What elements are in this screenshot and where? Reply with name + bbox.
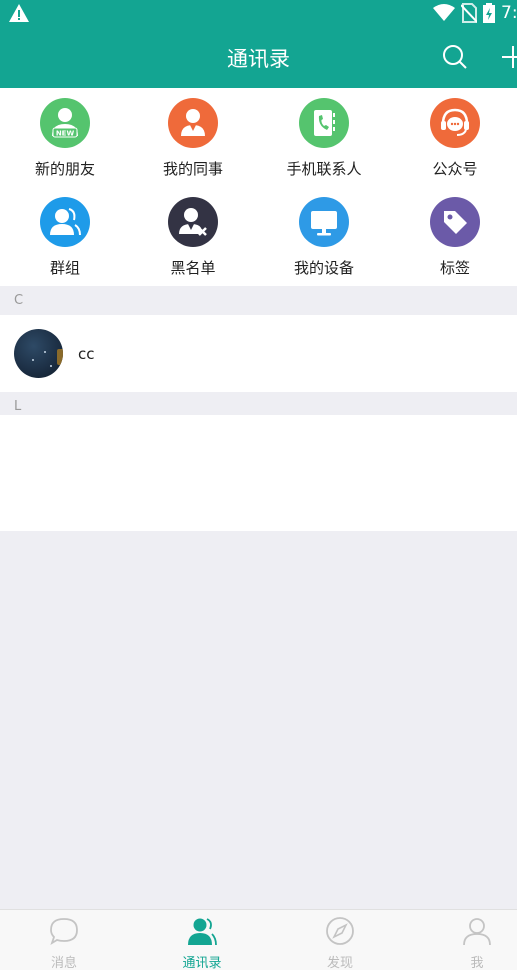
status-indicators: 7: [433, 2, 517, 24]
contact-name: cc [78, 345, 95, 363]
tag-icon [430, 197, 480, 247]
section-header-c: C [0, 287, 517, 315]
tab-label: 通讯录 [182, 956, 222, 970]
tab-messages[interactable]: 消息 [14, 910, 114, 970]
phone-contacts-icon [299, 98, 349, 148]
status-bar: 7: [0, 0, 517, 26]
colleague-icon [168, 98, 218, 148]
shortcut-label: 手机联系人 [286, 160, 362, 178]
profile-icon [463, 918, 491, 946]
shortcut-label: 黑名单 [170, 259, 216, 277]
official-account-icon [430, 98, 480, 148]
shortcut-label: 公众号 [432, 160, 478, 178]
shortcut-label: 我的设备 [293, 259, 354, 277]
avatar [14, 329, 63, 378]
no-sim-icon [461, 3, 477, 23]
bottom-tab-bar: 消息 通讯录 发现 我 [0, 909, 517, 970]
shortcut-devices[interactable]: 我的设备 [259, 187, 389, 285]
tab-me[interactable]: 我 [427, 910, 517, 970]
new-friend-icon: NEW [40, 98, 90, 148]
tab-label: 消息 [50, 956, 77, 970]
wifi-icon [433, 4, 455, 21]
device-icon [299, 197, 349, 247]
tab-contacts[interactable]: 通讯录 [152, 910, 252, 970]
app-bar: 通讯录 [0, 26, 517, 88]
contacts-icon [188, 918, 217, 946]
shortcut-new-friends[interactable]: NEW 新的朋友 [0, 88, 130, 186]
shortcut-grid: NEW 新的朋友 我的同事 手机联系人 公众号 群组 黑名单 我的设备 标签 [0, 88, 517, 286]
status-time: 7: [501, 3, 517, 23]
battery-icon [483, 3, 495, 23]
page-title: 通讯录 [227, 47, 290, 71]
search-icon[interactable] [442, 44, 468, 70]
shortcut-phone-contacts[interactable]: 手机联系人 [259, 88, 389, 186]
compass-icon [326, 917, 354, 945]
section-header-l: L [0, 393, 517, 415]
shortcut-label: 群组 [49, 259, 80, 277]
shortcut-groups[interactable]: 群组 [0, 187, 130, 285]
shortcut-blacklist[interactable]: 黑名单 [128, 187, 258, 285]
blacklist-icon [168, 197, 218, 247]
tab-discover[interactable]: 发现 [290, 910, 390, 970]
contact-row[interactable]: cc [0, 315, 517, 392]
shortcut-label: 我的同事 [162, 160, 223, 178]
tab-label: 我 [470, 956, 484, 970]
shortcut-official-accounts[interactable]: 公众号 [390, 88, 517, 186]
add-icon[interactable] [500, 44, 517, 70]
contact-list-l [0, 415, 517, 531]
shortcut-label: 新的朋友 [34, 160, 95, 178]
warning-icon [9, 4, 29, 22]
tab-label: 发现 [326, 956, 353, 970]
message-icon [50, 918, 78, 946]
shortcut-label: 标签 [439, 259, 470, 277]
group-icon [40, 197, 90, 247]
shortcut-tags[interactable]: 标签 [390, 187, 517, 285]
shortcut-colleagues[interactable]: 我的同事 [128, 88, 258, 186]
svg-text:NEW: NEW [56, 130, 75, 138]
